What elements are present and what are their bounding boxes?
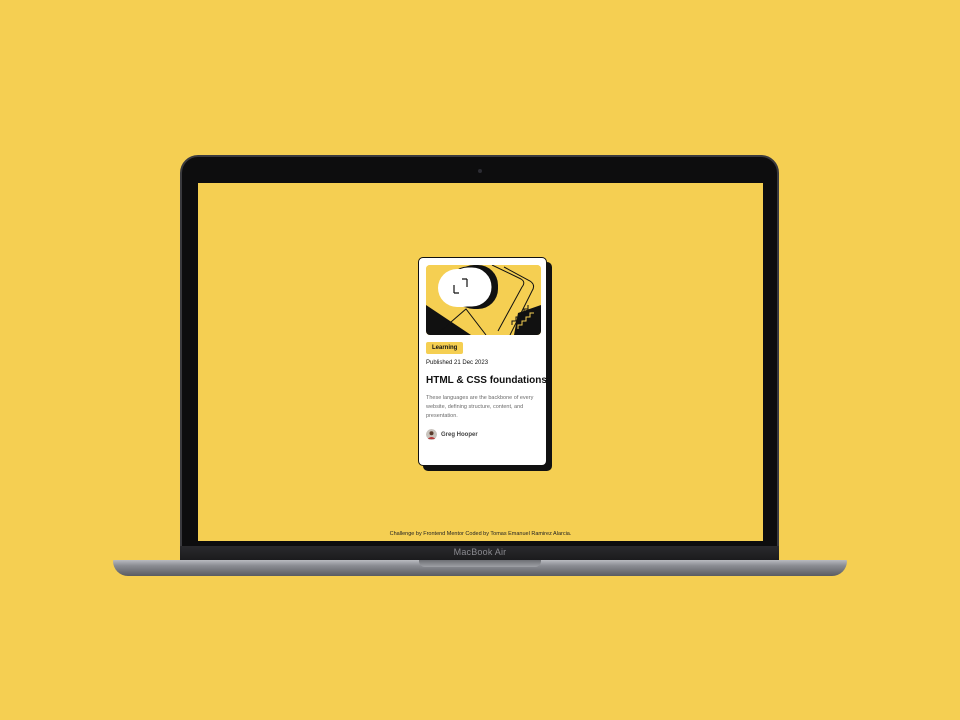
card-title[interactable]: HTML & CSS foundations [426,375,547,386]
author-name: Greg Hooper [441,431,478,438]
laptop-lid: Learning Published 21 Dec 2023 HTML & CS… [180,155,779,552]
brand-label: MacBook Air [453,547,507,557]
camera-dot [477,169,482,173]
footer-attribution: Challenge by Frontend Mentor Coded by To… [389,531,572,537]
card-description: These languages are the backbone of ever… [426,395,534,419]
blog-preview-card[interactable]: Learning Published 21 Dec 2023 HTML & CS… [418,257,547,466]
category-tag: Learning [426,342,464,354]
laptop-screen: Learning Published 21 Dec 2023 HTML & CS… [198,183,763,541]
avatar [426,429,437,440]
page: Learning Published 21 Dec 2023 HTML & CS… [0,0,960,720]
author-row: Greg Hooper [426,429,539,440]
publish-date: Published 21 Dec 2023 [426,360,489,366]
illustration-image [426,265,541,335]
laptop-notch [419,560,541,567]
